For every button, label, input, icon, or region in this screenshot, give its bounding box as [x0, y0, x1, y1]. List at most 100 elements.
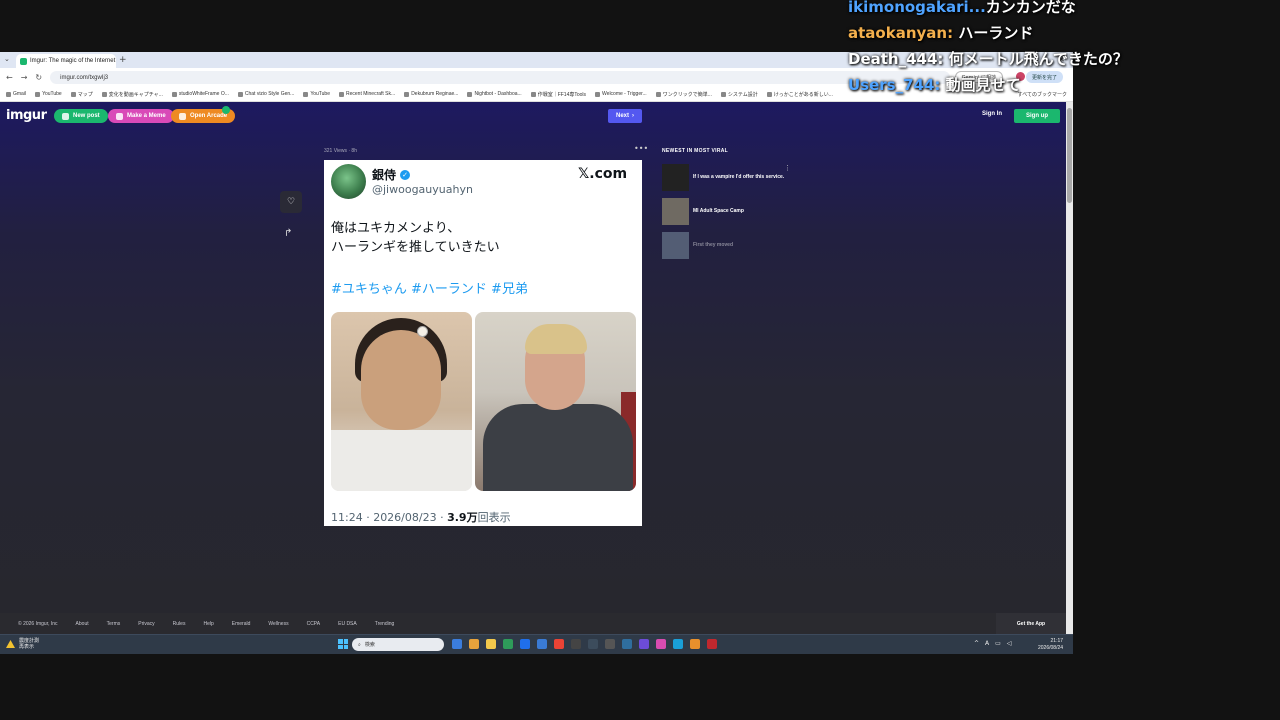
bookmark-item[interactable]: Welcome - Trigger... — [595, 91, 647, 97]
tab-title: Imgur: The magic of the Internet — [30, 58, 116, 64]
tweet-time: 11:24 · 2026/08/23 · — [331, 511, 448, 524]
forward-icon[interactable]: → — [21, 73, 28, 82]
clock-time: 21:17 — [1050, 638, 1064, 644]
footer-link[interactable]: CCPA — [307, 621, 321, 627]
bookmark-item[interactable]: 変化を動画キャプチャ... — [101, 91, 163, 98]
browser-tab-imgur[interactable]: Imgur: The magic of the Internet × — [16, 54, 116, 68]
next-post-button[interactable]: Next › — [608, 109, 642, 123]
bookmark-item[interactable]: Nightbot - Dashboa... — [467, 91, 522, 97]
footer-link[interactable]: Privacy — [138, 621, 154, 627]
warning-icon — [6, 640, 15, 648]
share-icon[interactable]: ↱ — [284, 228, 292, 239]
tweet-text: 俺はユキカメンより、 ハーランギを推していきたい — [331, 219, 500, 257]
bookmark-item[interactable]: studioWhiteFrame O... — [171, 91, 229, 97]
new-post-button[interactable]: New post — [54, 109, 108, 123]
reload-icon[interactable]: ↻ — [35, 73, 42, 82]
weather-widget[interactable]: 震度計測 再表示 — [6, 638, 39, 650]
taskbar-app-icon[interactable] — [503, 639, 513, 649]
taskbar-app-icon[interactable] — [588, 639, 598, 649]
back-icon[interactable]: ← — [6, 73, 13, 82]
bookmark-item[interactable]: 作戦室｜FF14専Tools — [530, 91, 586, 98]
sidebar-post[interactable]: First they moved — [662, 230, 788, 260]
taskbar-app-icon[interactable] — [605, 639, 615, 649]
tweet-line: ハーランギを推していきたい — [331, 240, 500, 255]
bookmark-item[interactable]: Recent Minecraft Sk... — [339, 91, 395, 97]
bookmark-item[interactable]: ワンクリックで簡単... — [655, 91, 712, 98]
captured-desktop: ⌄ Imgur: The magic of the Internet × + —… — [0, 52, 1073, 654]
bookmark-favicon-icon — [35, 91, 41, 97]
post-image-tweet: 銀侍 ✓ @jiwoogauyuahyn 𝕏.com 俺はユキカメンより、 ハーラ… — [324, 160, 642, 526]
footer-link[interactable]: Wellness — [268, 621, 288, 627]
taskbar-app-icon[interactable] — [639, 639, 649, 649]
taskbar-search[interactable]: ⌕ 検索 — [352, 638, 444, 651]
footer-link[interactable]: Trending — [375, 621, 395, 627]
open-arcade-label: Open Arcade — [190, 113, 228, 119]
taskbar-app-icon[interactable] — [622, 639, 632, 649]
chat-message: 動画見せて — [945, 76, 1021, 94]
taskbar-app-icon[interactable] — [571, 639, 581, 649]
tweet-views-suffix: 回表示 — [477, 511, 511, 524]
taskbar-app-icon[interactable] — [673, 639, 683, 649]
bookmark-item[interactable]: Dekubrum Reginae... — [404, 91, 458, 97]
make-meme-button[interactable]: Make a Meme — [108, 109, 174, 123]
sidebar-post[interactable]: If I was a vampire I'd offer this servic… — [662, 162, 788, 192]
new-tab-icon[interactable]: + — [119, 55, 127, 65]
tab-search-icon[interactable]: ⌄ — [4, 55, 10, 63]
windows-taskbar: 震度計測 再表示 ⌕ 検索 ^ A ▭ ◁ 21:17 2026/08/24 — [0, 634, 1073, 654]
bookmark-item[interactable]: YouTube — [303, 91, 330, 97]
chevron-right-icon: › — [632, 113, 634, 119]
bookmark-label: YouTube — [310, 91, 330, 97]
bookmark-label: Recent Minecraft Sk... — [346, 91, 396, 97]
footer-link[interactable]: Rules — [173, 621, 186, 627]
taskbar-app-icon[interactable] — [520, 639, 530, 649]
bookmark-item[interactable]: Gmail — [6, 91, 26, 97]
system-tray: ^ A ▭ ◁ — [974, 640, 1011, 647]
footer-link[interactable]: About — [76, 621, 89, 627]
bookmark-item[interactable]: けっかことがある新しい... — [766, 91, 833, 98]
taskbar-app-icon[interactable] — [656, 639, 666, 649]
bookmark-favicon-icon — [101, 91, 107, 97]
footer-link[interactable]: EU DSA — [338, 621, 357, 627]
address-bar[interactable]: imgur.com/txgwIj3 — [50, 71, 951, 84]
taskbar-app-icon[interactable] — [537, 639, 547, 649]
sidebar-post-title: MI Adult Space Camp — [693, 208, 744, 214]
favorite-button[interactable]: ♡ — [280, 191, 302, 213]
chat-line: Death_444: 何メートル飛んできたの？ — [848, 46, 1280, 72]
post-thumbnail — [662, 163, 689, 191]
bookmark-item[interactable]: Chat vizio Style Gen... — [237, 91, 294, 97]
volume-icon[interactable]: ◁ — [1007, 640, 1012, 647]
taskbar-app-icon[interactable] — [469, 639, 479, 649]
bookmark-item[interactable]: マップ — [70, 91, 93, 98]
taskbar-app-icon[interactable] — [486, 639, 496, 649]
imgur-logo[interactable]: imgur — [6, 108, 47, 123]
taskbar-app-icon[interactable] — [707, 639, 717, 649]
bookmark-favicon-icon — [530, 91, 536, 97]
taskbar-app-icon[interactable] — [452, 639, 462, 649]
chat-user: ataokanyan: — [848, 24, 954, 42]
url-text: imgur.com/txgwIj3 — [60, 74, 109, 81]
sign-up-button[interactable]: Sign up — [1014, 109, 1060, 123]
sign-in-link[interactable]: Sign In — [982, 111, 1002, 117]
tweet-hashtags: #ユキちゃん #ハーランド #兄弟 — [331, 282, 528, 297]
bookmark-item[interactable]: システム設計 — [720, 91, 758, 98]
bookmark-item[interactable]: YouTube — [35, 91, 62, 97]
taskbar-clock[interactable]: 21:17 2026/08/24 — [1038, 638, 1063, 652]
footer-link[interactable]: Terms — [107, 621, 121, 627]
sidebar-post[interactable]: MI Adult Space Camp — [662, 196, 788, 226]
ime-icon[interactable]: A — [985, 640, 989, 647]
taskbar-app-icon[interactable] — [690, 639, 700, 649]
new-post-label: New post — [73, 113, 100, 119]
footer-link[interactable]: Help — [203, 621, 213, 627]
post-meta: 321 Views · 8h — [324, 148, 357, 154]
bookmark-favicon-icon — [655, 91, 661, 97]
chevron-up-icon[interactable]: ^ — [974, 640, 979, 647]
post-options-icon[interactable]: ••• — [634, 144, 648, 153]
page-scrollbar[interactable] — [1066, 102, 1073, 634]
windows-start-icon[interactable] — [338, 639, 348, 649]
scrollbar-thumb[interactable] — [1067, 108, 1072, 203]
footer-link[interactable]: Emerald — [232, 621, 251, 627]
photo-hair — [525, 324, 587, 354]
network-icon[interactable]: ▭ — [995, 640, 1001, 647]
get-app-button[interactable]: Get the App — [996, 613, 1066, 634]
taskbar-app-icon[interactable] — [554, 639, 564, 649]
